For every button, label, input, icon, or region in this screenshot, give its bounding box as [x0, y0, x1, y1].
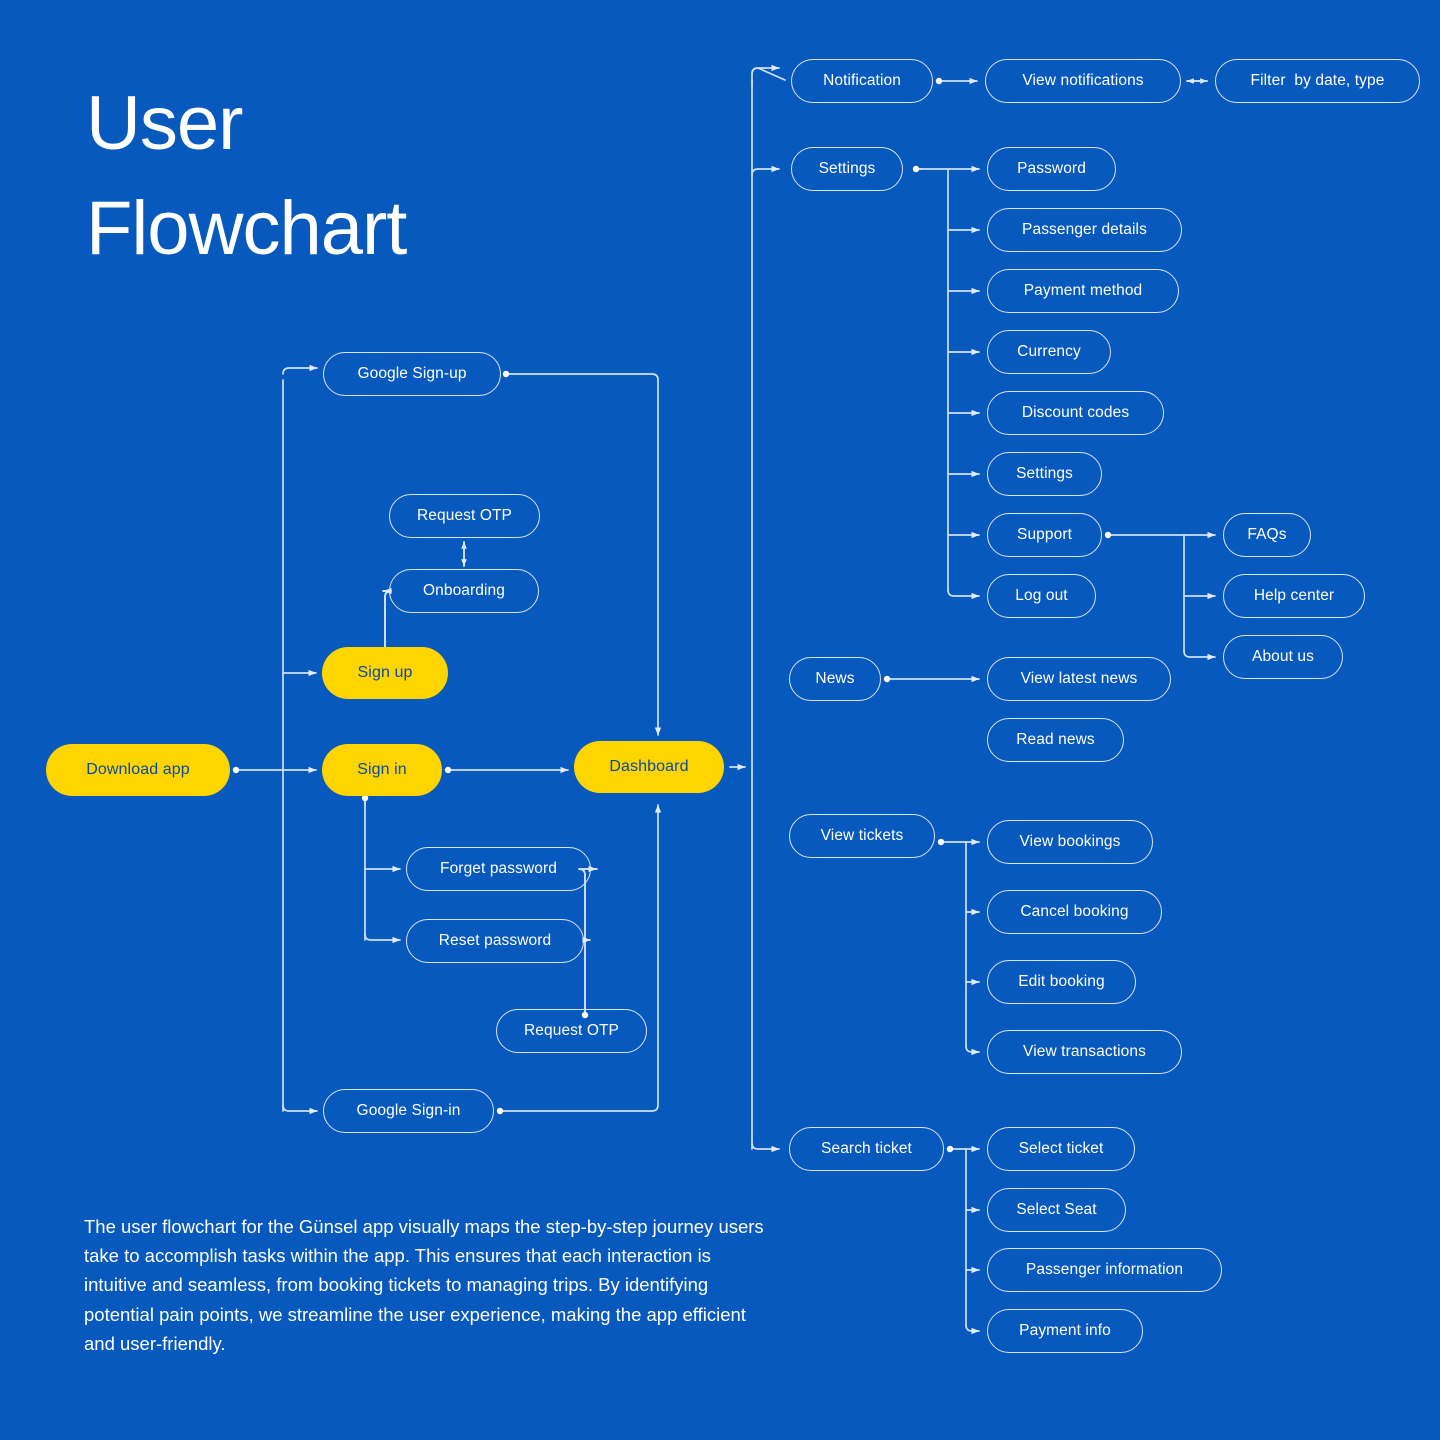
flow-node-view_bookings[interactable]: View bookings [987, 820, 1153, 864]
flow-node-dashboard[interactable]: Dashboard [574, 741, 724, 793]
flow-node-settings[interactable]: Settings [791, 147, 903, 191]
flow-node-log_out[interactable]: Log out [987, 574, 1096, 618]
flow-node-onboarding[interactable]: Onboarding [389, 569, 539, 613]
flow-node-search_ticket[interactable]: Search ticket [789, 1127, 944, 1171]
flow-node-label: Download app [86, 761, 190, 778]
flow-node-select_seat[interactable]: Select Seat [987, 1188, 1126, 1232]
flow-node-passenger_details[interactable]: Passenger details [987, 208, 1182, 252]
flow-node-news[interactable]: News [789, 657, 881, 701]
flow-node-about_us[interactable]: About us [1223, 635, 1343, 679]
flow-node-label: Edit booking [1018, 973, 1105, 990]
flow-node-notification[interactable]: Notification [791, 59, 933, 103]
flow-node-select_ticket[interactable]: Select ticket [987, 1127, 1135, 1171]
flow-node-label: Sign in [357, 761, 407, 778]
flow-node-password[interactable]: Password [987, 147, 1116, 191]
flow-node-label: Notification [823, 72, 901, 89]
flow-node-label: View tickets [820, 827, 904, 844]
flow-node-label: Log out [1015, 587, 1068, 604]
flow-node-label: View notifications [1022, 72, 1144, 89]
flow-node-payment_info[interactable]: Payment info [987, 1309, 1143, 1353]
flow-node-label: Search ticket [821, 1140, 912, 1157]
flow-node-label: Google Sign-up [357, 365, 467, 382]
flow-node-faqs[interactable]: FAQs [1223, 513, 1311, 557]
flow-node-label: FAQs [1247, 526, 1287, 543]
description-paragraph: The user flowchart for the Günsel app vi… [84, 1216, 764, 1354]
flow-node-edit_booking[interactable]: Edit booking [987, 960, 1136, 1004]
flow-node-view_transactions[interactable]: View transactions [987, 1030, 1182, 1074]
flow-node-reset_password[interactable]: Reset password [406, 919, 584, 963]
flow-node-payment_method[interactable]: Payment method [987, 269, 1179, 313]
flow-node-label: News [815, 670, 855, 687]
flow-node-label: Read news [1016, 731, 1095, 748]
flow-node-label: Select Seat [1016, 1201, 1097, 1218]
flow-node-label: Onboarding [422, 582, 505, 599]
flow-node-passenger_information[interactable]: Passenger information [987, 1248, 1222, 1292]
flow-node-label: Settings [1016, 465, 1073, 482]
flow-node-download_app[interactable]: Download app [46, 744, 230, 796]
flow-node-label: Forget password [440, 860, 557, 877]
flow-node-label: Help center [1253, 587, 1335, 604]
flow-node-view_tickets[interactable]: View tickets [789, 814, 935, 858]
flow-node-label: Currency [1017, 343, 1081, 360]
flow-node-request_otp_top[interactable]: Request OTP [389, 494, 540, 538]
flow-node-filter_by_date_type[interactable]: Filter by date, type [1215, 59, 1420, 103]
flow-node-label: Select ticket [1018, 1140, 1104, 1157]
flow-node-label: Request OTP [523, 1022, 619, 1039]
flow-node-google_signup[interactable]: Google Sign-up [323, 352, 501, 396]
flow-node-discount_codes[interactable]: Discount codes [987, 391, 1164, 435]
flow-node-view_notifications[interactable]: View notifications [985, 59, 1181, 103]
flow-node-label: Dashboard [609, 758, 689, 775]
flow-node-label: Sign up [357, 664, 413, 681]
flow-node-label: Request OTP [416, 507, 512, 524]
flow-node-help_center[interactable]: Help center [1223, 574, 1365, 618]
flow-node-label: View transactions [1023, 1043, 1146, 1060]
flow-node-settings_sub[interactable]: Settings [987, 452, 1102, 496]
flow-node-sign_in[interactable]: Sign in [322, 744, 442, 796]
flow-node-request_otp_bottom[interactable]: Request OTP [496, 1009, 647, 1053]
flow-node-forget_password[interactable]: Forget password [406, 847, 591, 891]
flow-node-label: Google Sign-in [356, 1102, 461, 1119]
flow-node-label: Filter by date, type [1250, 72, 1385, 89]
flow-node-label: Payment method [1023, 282, 1143, 299]
flow-node-label: Passenger details [1022, 221, 1147, 238]
flow-node-label: Payment info [1019, 1322, 1111, 1339]
flow-node-label: Reset password [438, 932, 552, 949]
flow-node-view_latest_news[interactable]: View latest news [987, 657, 1171, 701]
flow-node-currency[interactable]: Currency [987, 330, 1111, 374]
flow-node-label: Password [1017, 160, 1086, 177]
flow-node-label: Discount codes [1021, 404, 1130, 421]
flow-node-label: Settings [818, 160, 876, 177]
flow-node-label: Support [1017, 526, 1072, 543]
flow-node-label: Passenger information [1025, 1261, 1184, 1278]
flowchart-canvas: User Flowchart Download app Sign in Sign… [0, 0, 1440, 1440]
flow-node-label: View latest news [1020, 670, 1138, 687]
flow-node-label: Cancel booking [1020, 903, 1129, 920]
flow-node-read_news[interactable]: Read news [987, 718, 1124, 762]
flow-node-support[interactable]: Support [987, 513, 1102, 557]
flow-node-sign_up[interactable]: Sign up [322, 647, 448, 699]
flow-node-cancel_booking[interactable]: Cancel booking [987, 890, 1162, 934]
flow-node-google_signin[interactable]: Google Sign-in [323, 1089, 494, 1133]
flow-node-label: View bookings [1019, 833, 1121, 850]
flow-node-label: About us [1252, 648, 1314, 665]
